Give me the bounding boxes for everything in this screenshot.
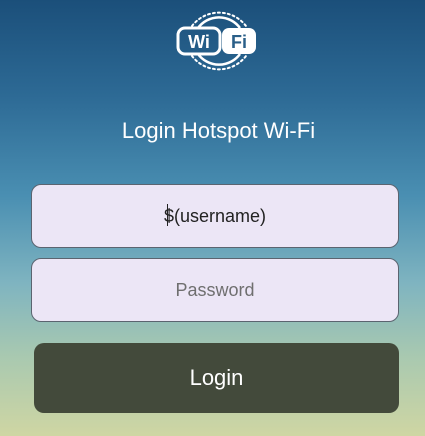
login-button[interactable]: Login bbox=[34, 343, 399, 413]
wifi-logo-text-left: Wi bbox=[188, 32, 210, 52]
password-input[interactable] bbox=[31, 258, 399, 322]
wifi-logo-icon: Wi Fi bbox=[174, 4, 264, 78]
wifi-logo-text-right: Fi bbox=[231, 32, 247, 52]
text-caret bbox=[167, 204, 168, 226]
page-title: Login Hotspot Wi-Fi bbox=[121, 118, 316, 143]
username-input[interactable] bbox=[31, 184, 399, 248]
